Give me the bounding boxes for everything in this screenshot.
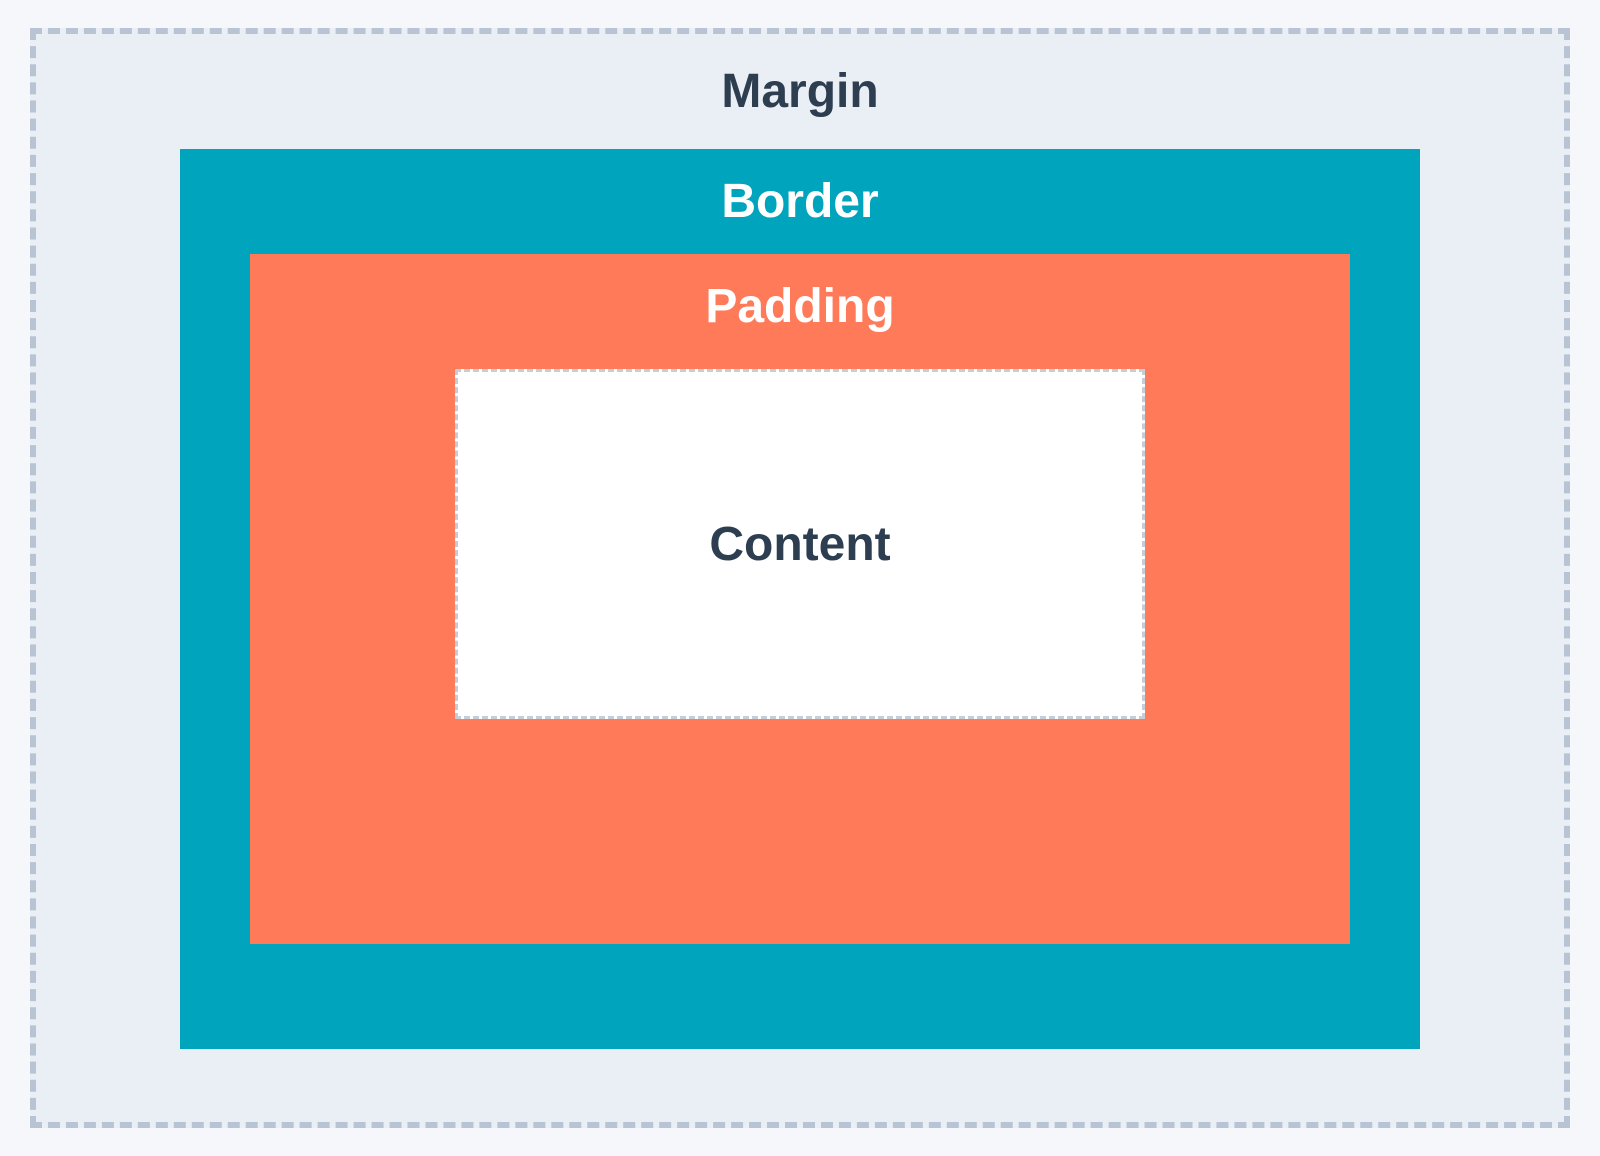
padding-label: Padding bbox=[705, 279, 894, 334]
margin-label: Margin bbox=[721, 64, 878, 119]
border-label: Border bbox=[721, 174, 878, 229]
border-layer: Border Padding Content bbox=[180, 149, 1420, 1049]
padding-layer: Padding Content bbox=[250, 254, 1350, 944]
margin-layer: Margin Border Padding Content bbox=[30, 28, 1570, 1128]
content-layer: Content bbox=[455, 369, 1145, 719]
content-label: Content bbox=[709, 517, 890, 572]
